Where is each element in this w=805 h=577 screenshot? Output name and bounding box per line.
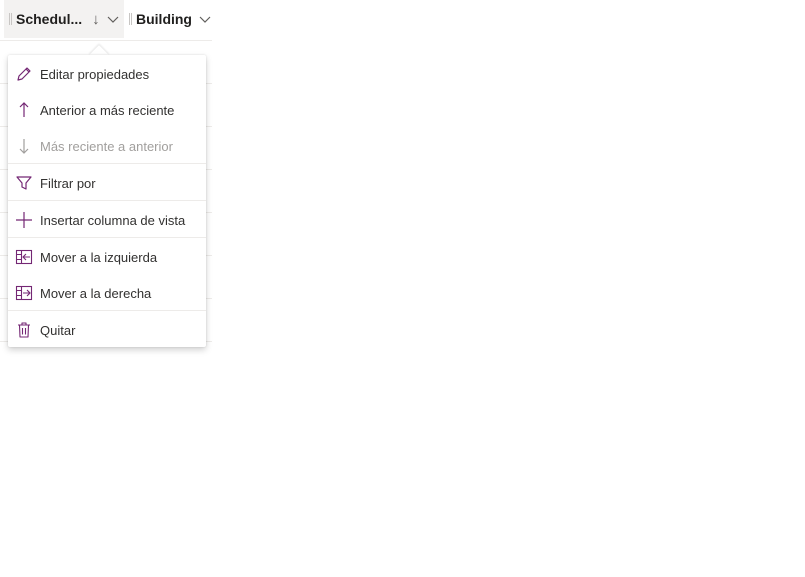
column-header-scheduled[interactable]: Schedul... ↓ <box>4 0 124 38</box>
filter-icon <box>8 174 40 192</box>
move-right-icon <box>8 285 40 301</box>
chevron-down-icon[interactable] <box>106 12 120 26</box>
sort-descending-icon: ↓ <box>92 10 100 28</box>
column-resize-grip[interactable] <box>9 13 12 25</box>
menu-item-filter-by[interactable]: Filtrar por <box>8 165 206 201</box>
column-header-row: Schedul... ↓ Building <box>0 0 215 38</box>
menu-item-move-left[interactable]: Mover a la izquierda <box>8 239 206 275</box>
pencil-icon <box>8 65 40 83</box>
menu-item-label: Filtrar por <box>40 175 96 191</box>
menu-item-label: Editar propiedades <box>40 66 150 82</box>
column-context-menu: Editar propiedades Anterior a más recien… <box>8 55 206 347</box>
menu-item-label: Más reciente a anterior <box>40 138 173 154</box>
menu-item-label: Anterior a más reciente <box>40 102 175 118</box>
column-header-building-label: Building <box>136 11 192 27</box>
menu-item-label: Mover a la derecha <box>40 285 152 301</box>
plus-icon <box>8 211 40 229</box>
arrow-up-icon <box>8 101 40 119</box>
column-header-scheduled-label: Schedul... <box>16 11 83 27</box>
chevron-down-icon[interactable] <box>198 12 212 26</box>
menu-item-sort-descending: Más reciente a anterior <box>8 128 206 164</box>
arrow-down-icon <box>8 137 40 155</box>
move-left-icon <box>8 249 40 265</box>
menu-separator <box>8 237 206 238</box>
menu-item-label: Insertar columna de vista <box>40 212 186 228</box>
menu-item-insert-column[interactable]: Insertar columna de vista <box>8 202 206 238</box>
header-divider <box>0 40 212 41</box>
trash-icon <box>8 321 40 339</box>
menu-item-edit-properties[interactable]: Editar propiedades <box>8 56 206 92</box>
column-header-building[interactable]: Building <box>126 0 216 38</box>
menu-item-label: Mover a la izquierda <box>40 249 158 265</box>
menu-separator <box>8 200 206 201</box>
column-resize-grip[interactable] <box>129 13 132 25</box>
menu-separator <box>8 310 206 311</box>
menu-item-remove[interactable]: Quitar <box>8 312 206 348</box>
menu-separator <box>8 163 206 164</box>
menu-item-move-right[interactable]: Mover a la derecha <box>8 275 206 311</box>
menu-item-sort-ascending[interactable]: Anterior a más reciente <box>8 92 206 128</box>
menu-item-label: Quitar <box>40 322 76 338</box>
